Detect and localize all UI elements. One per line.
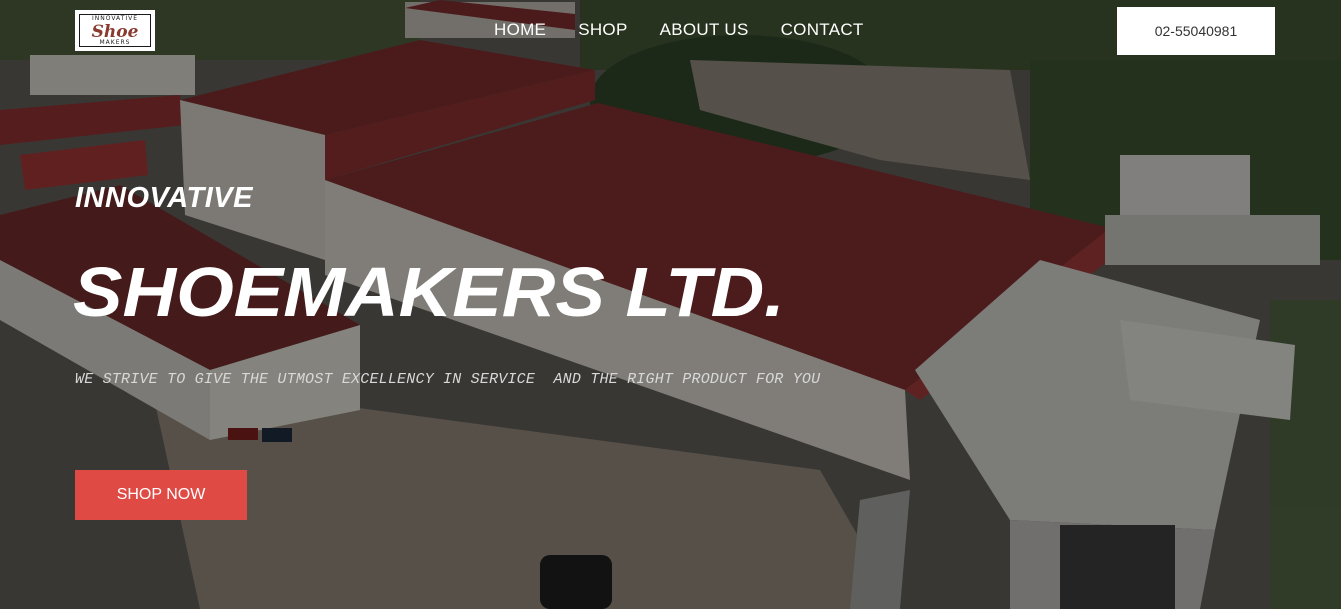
logo-top-text: INNOVATIVE xyxy=(91,15,139,22)
hero-section: INNOVATIVE Shoe MAKERS HOME SHOP ABOUT U… xyxy=(0,0,1341,609)
nav-contact[interactable]: CONTACT xyxy=(781,20,864,40)
logo-frame: INNOVATIVE Shoe MAKERS xyxy=(79,14,151,47)
phone-button[interactable]: 02-55040981 xyxy=(1117,7,1275,55)
hero-kicker: INNOVATIVE xyxy=(75,182,253,214)
hero-tagline: WE STRIVE TO GIVE THE UTMOST EXCELLENCY … xyxy=(75,371,821,388)
shop-now-button[interactable]: SHOP NOW xyxy=(75,470,247,520)
hero-title: SHOEMAKERS LTD. xyxy=(73,253,785,331)
main-nav: HOME SHOP ABOUT US CONTACT xyxy=(494,20,864,40)
logo-bottom-text: MAKERS xyxy=(99,39,131,46)
nav-shop[interactable]: SHOP xyxy=(578,20,627,40)
brand-logo[interactable]: INNOVATIVE Shoe MAKERS xyxy=(75,10,155,51)
nav-about-us[interactable]: ABOUT US xyxy=(660,20,749,40)
nav-home[interactable]: HOME xyxy=(494,20,546,40)
